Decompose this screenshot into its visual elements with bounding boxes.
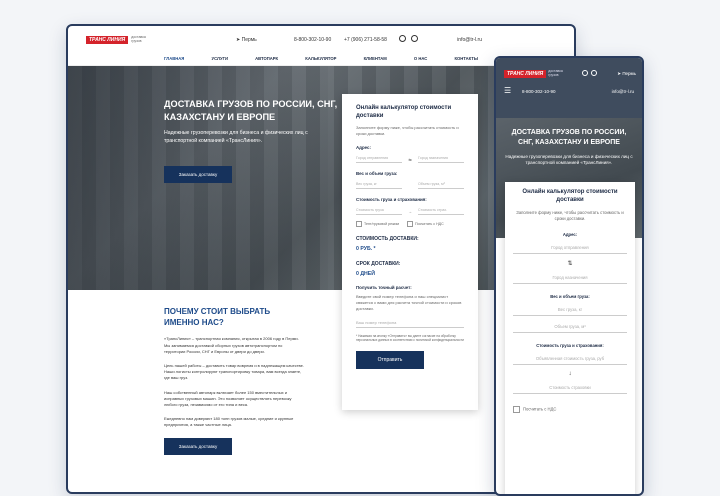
- insurance-input[interactable]: Стоимость страх.: [418, 208, 464, 215]
- menu-icon[interactable]: ☰: [504, 86, 511, 95]
- mobile-hero-title: ДОСТАВКА ГРУЗОВ ПО РОССИИ, СНГ, КАЗАХСТА…: [511, 129, 627, 146]
- to-city-input[interactable]: Город назначения: [417, 156, 464, 163]
- mobile-mockup: ТРАНС ЛИНИЯ доставка грузов ➤ Пермь ☰ 8-…: [494, 56, 644, 496]
- viber-icon[interactable]: [399, 35, 406, 42]
- logo-subtitle: доставка грузов: [131, 35, 146, 43]
- mobile-city[interactable]: ➤ Пермь: [617, 71, 636, 77]
- exact-calc-text: Введите свой номер телефона и наш специа…: [356, 293, 462, 311]
- email-link[interactable]: info@tr-l.ru: [457, 37, 482, 43]
- delivery-calculator: Онлайн калькулятор стоимости доставки За…: [342, 94, 478, 410]
- mobile-hero-subtitle: Надежные грузоперевозки для бизнеса и фи…: [505, 153, 633, 166]
- tent-checkbox[interactable]: Тент/грузовой режим: [356, 221, 399, 227]
- mobile-calc-subtitle: Заполните форму ниже, чтобы рассчитать с…: [516, 209, 624, 222]
- why-paragraph-1: «ТрансЛиния» – транспортная компания, от…: [164, 336, 299, 354]
- mobile-volume-input[interactable]: Объем груза, м³: [513, 324, 627, 334]
- why-title: ПОЧЕМУ СТОИТ ВЫБРАТЬ ИМЕННО НАС?: [164, 307, 271, 328]
- mobile-email[interactable]: info@tr-l.ru: [612, 89, 634, 94]
- mobile-logo[interactable]: ТРАНС ЛИНИЯ доставка грузов: [504, 69, 570, 78]
- term-label: СРОК ДОСТАВКИ:: [356, 260, 401, 267]
- exact-calc-label: Получить точный расчет:: [356, 284, 412, 290]
- mobile-swap-icon[interactable]: ⇅: [513, 260, 627, 267]
- mobile-calc-title: Онлайн калькулятор стоимости доставки: [522, 189, 618, 204]
- mobile-logo-mark: ТРАНС ЛИНИЯ: [504, 70, 547, 78]
- why-paragraph-3: Наш собственный автопарк включает более …: [164, 389, 292, 407]
- phone-secondary[interactable]: +7 (906) 271-58-58: [344, 37, 387, 43]
- term-value: 0 ДНЕЙ: [356, 270, 375, 277]
- mobile-insurance-input[interactable]: Стоимость страховки: [513, 385, 627, 395]
- why-paragraph-2: Цель нашей работы – доставить товар вовр…: [164, 362, 304, 381]
- nav-calculator[interactable]: КАЛЬКУЛЯТОР: [305, 54, 336, 65]
- logo-mark: ТРАНС ЛИНИЯ: [86, 36, 129, 44]
- mobile-phone[interactable]: 8-800-302-10-90: [522, 89, 556, 94]
- weight-label: Вес и объем груза:: [356, 170, 398, 176]
- order-delivery-button[interactable]: Заказать доставку: [164, 166, 232, 183]
- from-city-input[interactable]: Город отправления: [356, 156, 402, 163]
- why-paragraph-4: Ежедневно нам доверяют 180 тонн грузов м…: [164, 416, 294, 428]
- mobile-address-label: Адрес:: [562, 232, 578, 238]
- nav-fleet[interactable]: АВТОПАРК: [255, 54, 278, 65]
- calc-subtitle: Заполните форму ниже, чтобы рассчитать с…: [356, 124, 459, 136]
- mobile-social: [582, 70, 597, 76]
- hero-subtitle: Надежные грузоперевозки для бизнеса и фи…: [164, 130, 308, 144]
- nav-services[interactable]: УСЛУГИ: [212, 54, 228, 65]
- consent-note: * Нажимая на кнопку «Отправить» вы даете…: [356, 333, 464, 343]
- calc-title: Онлайн калькулятор стоимости доставки: [356, 105, 452, 120]
- logo[interactable]: ТРАНС ЛИНИЯ доставка грузов: [86, 35, 153, 44]
- mobile-value-input[interactable]: Объявленная стоимость груза, руб: [513, 356, 627, 366]
- social-links: [399, 35, 418, 42]
- cost-value: 0 РУБ. *: [356, 245, 376, 252]
- submit-button[interactable]: Отправить: [356, 350, 424, 369]
- vat-checkbox[interactable]: Посчитать с НДС: [407, 221, 444, 227]
- volume-input[interactable]: Объем груза, м³: [418, 182, 464, 189]
- mobile-header: ТРАНС ЛИНИЯ доставка грузов ➤ Пермь ☰ 8-…: [496, 58, 642, 118]
- cargo-value-input[interactable]: Стоимость груза: [356, 208, 402, 215]
- nav-home[interactable]: ГЛАВНАЯ: [164, 54, 184, 65]
- mobile-to-input[interactable]: Город назначения: [513, 275, 627, 285]
- phone-primary[interactable]: 8-800-302-10-90: [294, 37, 331, 43]
- mobile-from-input[interactable]: Город отправления: [513, 245, 627, 255]
- mobile-arrow-down-icon: ↓: [568, 371, 572, 378]
- why-us-section: ПОЧЕМУ СТОИТ ВЫБРАТЬ ИМЕННО НАС? «ТрансЛ…: [164, 306, 304, 456]
- value-label: Стоимость груза и страхования:: [356, 196, 427, 202]
- order-delivery-button-2[interactable]: Заказать доставку: [164, 438, 232, 456]
- mobile-calculator: Онлайн калькулятор стоимости доставки За…: [505, 182, 635, 494]
- mobile-weight-label: Вес и объем груза:: [550, 294, 590, 300]
- city-label: Пермь: [241, 37, 257, 43]
- top-bar: ТРАНС ЛИНИЯ доставка грузов ➤ Пермь 8-80…: [68, 26, 574, 54]
- cost-label: СТОИМОСТЬ ДОСТАВКИ:: [356, 235, 419, 242]
- swap-icon[interactable]: ⇆: [408, 157, 411, 162]
- nav-clients[interactable]: КЛИЕНТАМ: [364, 54, 387, 65]
- mobile-viber-icon[interactable]: [582, 70, 588, 76]
- mobile-weight-input[interactable]: Вес груза, кг: [513, 307, 627, 317]
- mobile-vat-checkbox[interactable]: Посчитать с НДС: [513, 406, 627, 413]
- address-label: Адрес:: [356, 144, 371, 150]
- phone-input[interactable]: Ваш номер телефона: [356, 320, 464, 328]
- mobile-value-label: Стоимость груза и страхования:: [536, 343, 604, 349]
- mobile-city-label: Пермь: [622, 71, 636, 76]
- arrow-right-icon: →: [408, 208, 412, 214]
- weight-input[interactable]: Вес груза, кг: [356, 182, 402, 189]
- mobile-logo-subtitle: доставка грузов: [548, 69, 563, 77]
- nav-contacts[interactable]: КОНТАКТЫ: [454, 54, 477, 65]
- nav-about[interactable]: О НАС: [414, 54, 427, 65]
- mobile-whatsapp-icon[interactable]: [591, 70, 597, 76]
- whatsapp-icon[interactable]: [411, 35, 418, 42]
- hero-title: ДОСТАВКА ГРУЗОВ ПО РОССИИ, СНГ, КАЗАХСТА…: [164, 99, 338, 123]
- city-selector[interactable]: ➤ Пермь: [236, 37, 257, 43]
